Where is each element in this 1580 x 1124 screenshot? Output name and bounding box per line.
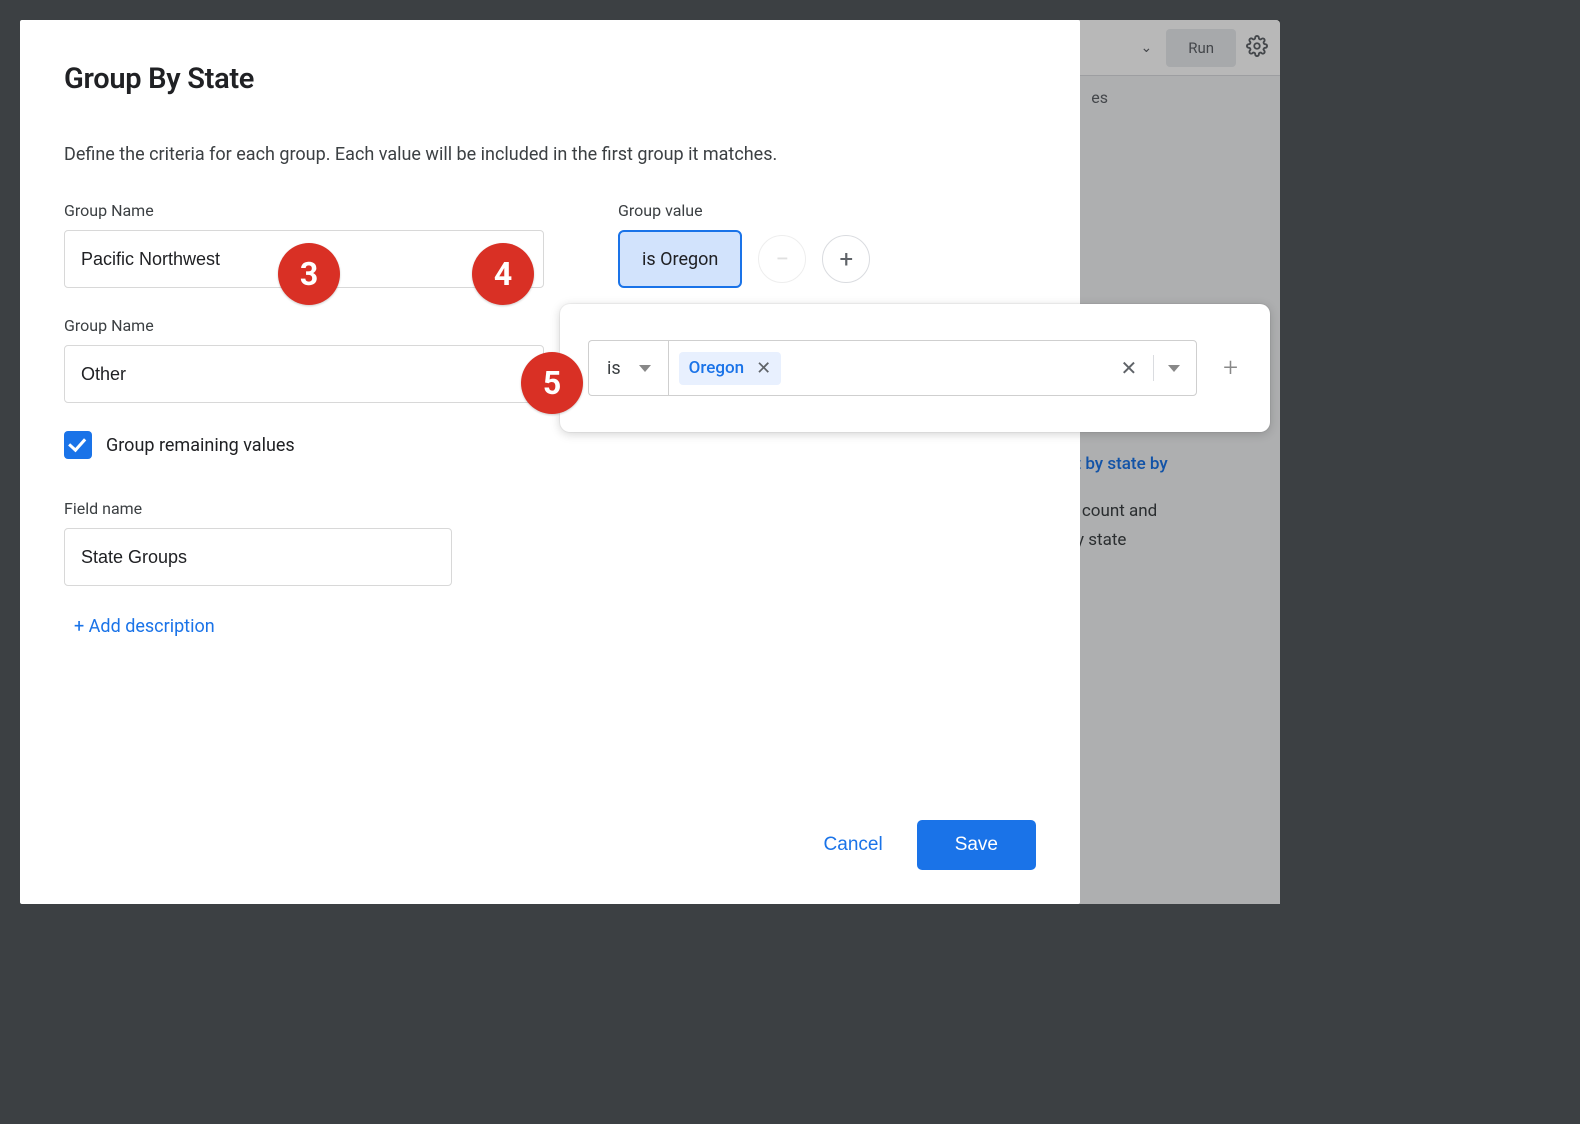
filter-popout: is Oregon ✕ ✕ + (560, 304, 1270, 432)
plus-icon: + (840, 245, 854, 273)
minus-icon: − (775, 245, 789, 273)
group-value-chip[interactable]: is Oregon (618, 230, 742, 288)
remove-tag-icon[interactable]: ✕ (756, 358, 771, 379)
filter-operator-label: is (607, 358, 621, 379)
separator (1153, 355, 1154, 381)
filter-tag-label: Oregon (689, 358, 744, 378)
callout-3: 3 (278, 243, 340, 305)
checkbox-label: Group remaining values (106, 435, 295, 456)
group-remaining-checkbox[interactable] (64, 431, 92, 459)
add-description-link[interactable]: + Add description (74, 616, 215, 637)
group-name-input-2[interactable] (64, 345, 544, 403)
group-name-label-1: Group Name (64, 201, 544, 220)
group-name-label-2: Group Name (64, 316, 544, 335)
modal-description: Define the criteria for each group. Each… (64, 144, 1036, 165)
add-filter-button[interactable]: + (1211, 353, 1242, 383)
group-by-modal: Group By State Define the criteria for e… (20, 20, 1080, 904)
group-value-label: Group value (618, 201, 870, 220)
modal-title: Group By State (64, 62, 1036, 96)
remove-value-button[interactable]: − (758, 235, 806, 283)
field-name-input[interactable] (64, 528, 452, 586)
save-button[interactable]: Save (917, 820, 1036, 870)
filter-value-input[interactable]: Oregon ✕ ✕ (668, 340, 1198, 396)
callout-4: 4 (472, 243, 534, 305)
callout-5: 5 (521, 352, 583, 414)
caret-down-icon[interactable] (1168, 365, 1180, 372)
clear-all-icon[interactable]: ✕ (1113, 356, 1146, 380)
field-name-label: Field name (64, 499, 1036, 518)
check-icon (68, 434, 86, 453)
add-value-button[interactable]: + (822, 235, 870, 283)
filter-operator-select[interactable]: is (588, 340, 669, 396)
cancel-button[interactable]: Cancel (824, 834, 883, 856)
filter-tag[interactable]: Oregon ✕ (679, 352, 782, 385)
caret-down-icon (639, 365, 651, 372)
